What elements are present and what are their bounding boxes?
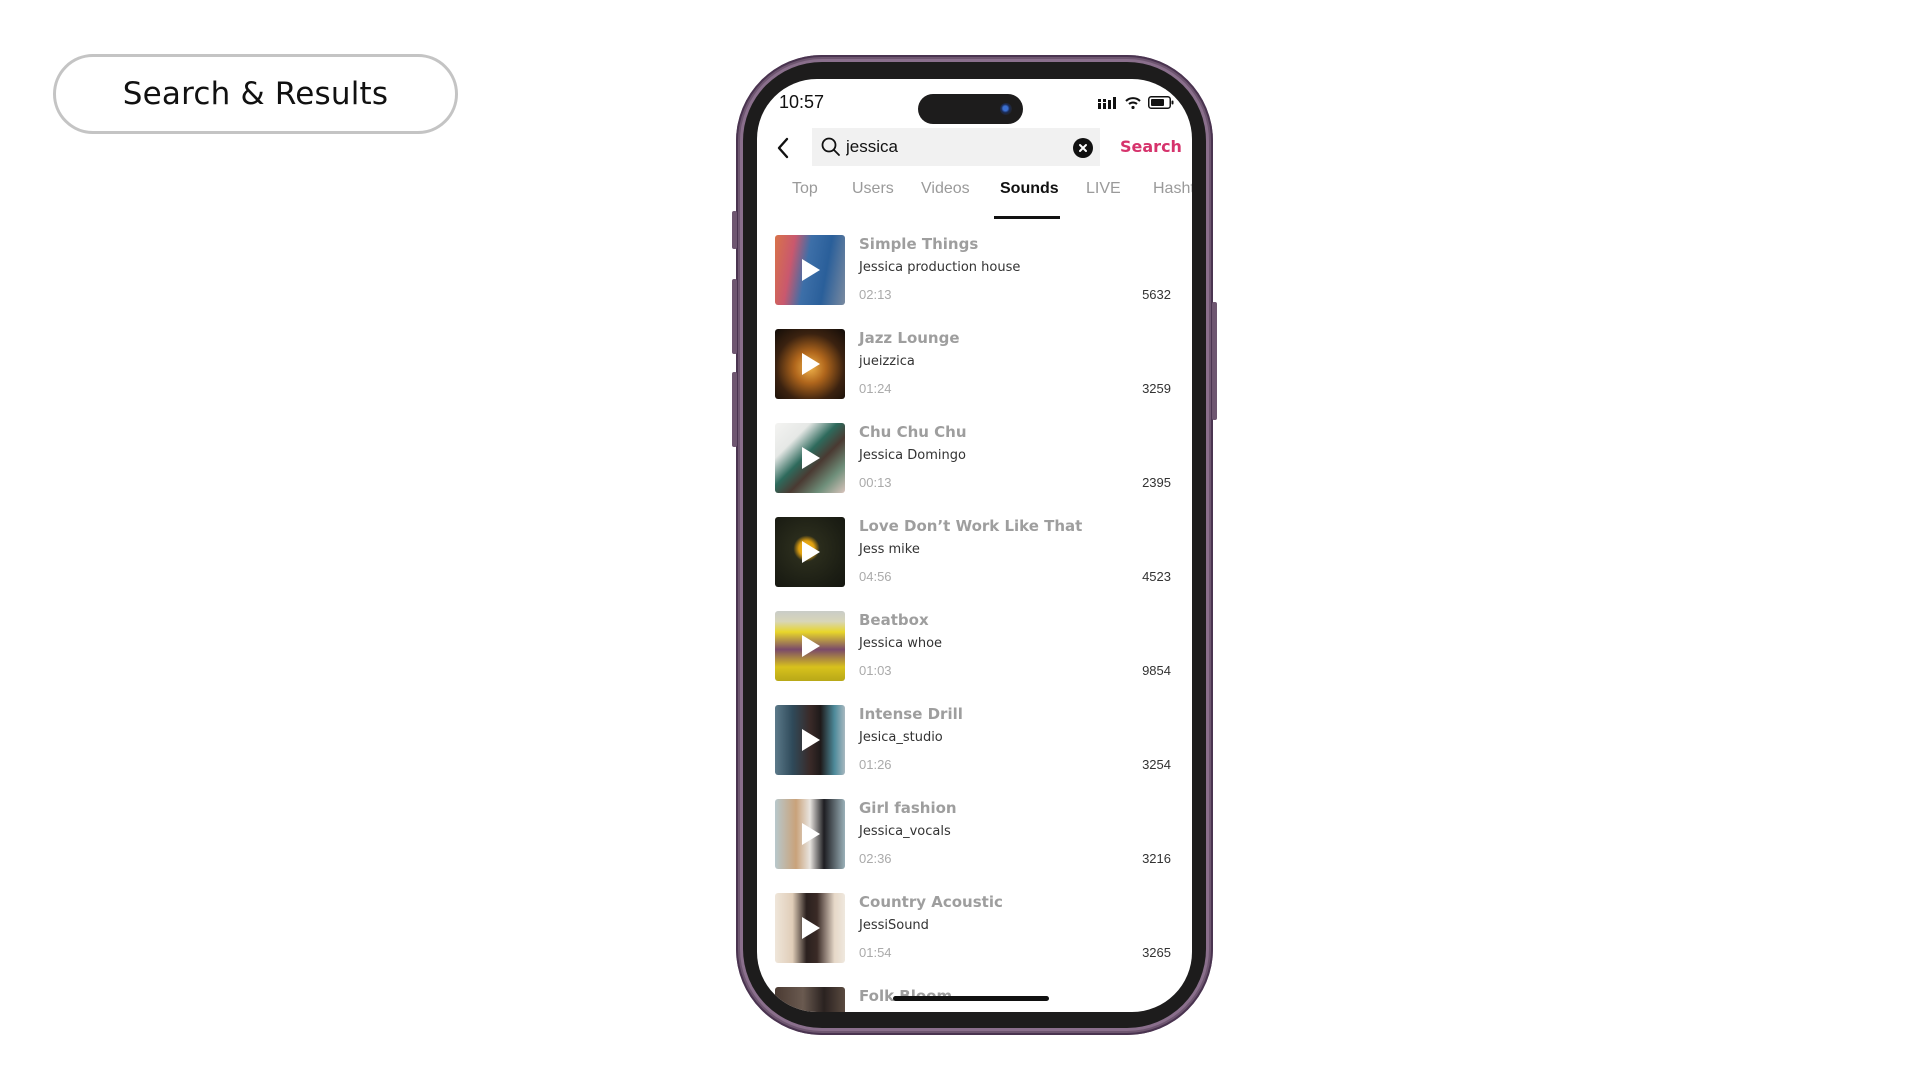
sound-thumbnail: [775, 705, 845, 775]
sound-thumbnail: [775, 235, 845, 305]
sound-title: Simple Things: [859, 235, 979, 253]
sound-duration: 01:03: [859, 663, 892, 678]
sound-count: 3259: [1142, 381, 1171, 396]
sound-artist: JessiSound: [859, 918, 929, 933]
close-icon: [1079, 144, 1087, 152]
sound-item[interactable]: Love Don’t Work Like That Jess mike 04:5…: [757, 517, 1192, 589]
sound-item[interactable]: Chu Chu Chu Jessica Domingo 00:13 2395: [757, 423, 1192, 495]
sound-title: Girl fashion: [859, 799, 957, 817]
sound-thumbnail: [775, 517, 845, 587]
sound-count: 9854: [1142, 663, 1171, 678]
sound-thumbnail: [775, 893, 845, 963]
play-icon: [802, 353, 820, 375]
screen-label: Search & Results: [53, 54, 458, 134]
play-icon: [802, 1011, 820, 1012]
search-button[interactable]: Search: [1120, 137, 1182, 156]
sound-item[interactable]: Beatbox Jessica whoe 01:03 9854: [757, 611, 1192, 683]
sound-duration: 02:36: [859, 851, 892, 866]
sound-title: Chu Chu Chu: [859, 423, 967, 441]
sound-duration: 02:13: [859, 287, 892, 302]
tab-sounds[interactable]: Sounds: [1000, 180, 1059, 198]
action-button: [732, 211, 737, 249]
camera-icon: [1000, 103, 1012, 115]
tab-live[interactable]: LIVE: [1086, 180, 1121, 198]
play-icon: [802, 917, 820, 939]
sound-count: 2395: [1142, 475, 1171, 490]
sound-item[interactable]: Girl fashion Jessica_vocals 02:36 3216: [757, 799, 1192, 871]
play-icon: [802, 635, 820, 657]
sound-thumbnail: [775, 329, 845, 399]
sound-item[interactable]: Country Acoustic JessiSound 01:54 3265: [757, 893, 1192, 965]
back-button[interactable]: [773, 135, 795, 161]
sound-title: Intense Drill: [859, 705, 963, 723]
sound-count: 3265: [1142, 945, 1171, 960]
search-input[interactable]: [846, 128, 1066, 166]
play-icon: [802, 447, 820, 469]
wifi-icon: [1125, 96, 1141, 109]
tab-videos[interactable]: Videos: [921, 180, 970, 198]
sound-artist: Jessica Domingo: [859, 448, 966, 463]
sound-duration: 01:26: [859, 757, 892, 772]
phone-screen: 10:57 jessica Search Top Users Videos So…: [757, 79, 1192, 1012]
search-header: Search: [757, 128, 1192, 168]
sound-item[interactable]: Intense Drill Jesica_studio 01:26 3254: [757, 705, 1192, 777]
sound-count: 5632: [1142, 287, 1171, 302]
chevron-left-icon: [777, 137, 789, 159]
tab-hashtags[interactable]: Hashtags: [1153, 180, 1192, 198]
sound-title: Beatbox: [859, 611, 929, 629]
sound-count: 3254: [1142, 757, 1171, 772]
sound-artist: Jessica_vocals: [859, 824, 951, 839]
sound-count: 3216: [1142, 851, 1171, 866]
signal-icon: [1098, 96, 1116, 109]
clear-search-button[interactable]: [1073, 138, 1093, 158]
play-icon: [802, 823, 820, 845]
search-icon: [821, 137, 840, 156]
sound-item[interactable]: Simple Things Jessica production house 0…: [757, 235, 1192, 307]
sound-thumbnail: [775, 423, 845, 493]
volume-down-button: [732, 372, 737, 447]
tab-top[interactable]: Top: [792, 180, 818, 198]
sound-duration: 01:24: [859, 381, 892, 396]
play-icon: [802, 259, 820, 281]
dynamic-island: [918, 94, 1023, 124]
sound-artist: Jessica whoe: [859, 636, 943, 651]
play-icon: [802, 729, 820, 751]
sound-thumbnail: [775, 987, 845, 1012]
sound-item[interactable]: Jazz Lounge jueizzica 01:24 3259: [757, 329, 1192, 401]
tab-users[interactable]: Users: [852, 180, 894, 198]
sound-duration: 04:56: [859, 569, 892, 584]
home-indicator[interactable]: [893, 996, 1049, 1001]
sound-artist: Jesica_studio: [859, 730, 943, 745]
sound-artist: Jessica production house: [859, 260, 1021, 275]
sound-count: 4523: [1142, 569, 1171, 584]
sound-title: Country Acoustic: [859, 893, 1003, 911]
status-icons: [1098, 96, 1174, 109]
power-button: [1212, 302, 1217, 420]
sound-artist: Jess mike: [859, 542, 920, 557]
sound-title: Jazz Lounge: [859, 329, 960, 347]
search-bar[interactable]: [812, 128, 1100, 166]
sound-title: Love Don’t Work Like That: [859, 517, 1083, 535]
result-tabs: Top Users Videos Sounds LIVE Hashtags: [757, 180, 1192, 224]
battery-icon: [1148, 96, 1174, 109]
status-time: 10:57: [779, 92, 825, 112]
active-tab-indicator: [994, 216, 1060, 219]
sound-thumbnail: [775, 611, 845, 681]
sound-thumbnail: [775, 799, 845, 869]
sound-duration: 00:13: [859, 475, 892, 490]
volume-up-button: [732, 279, 737, 354]
play-icon: [802, 541, 820, 563]
sound-artist: jueizzica: [859, 354, 915, 369]
sound-duration: 01:54: [859, 945, 892, 960]
